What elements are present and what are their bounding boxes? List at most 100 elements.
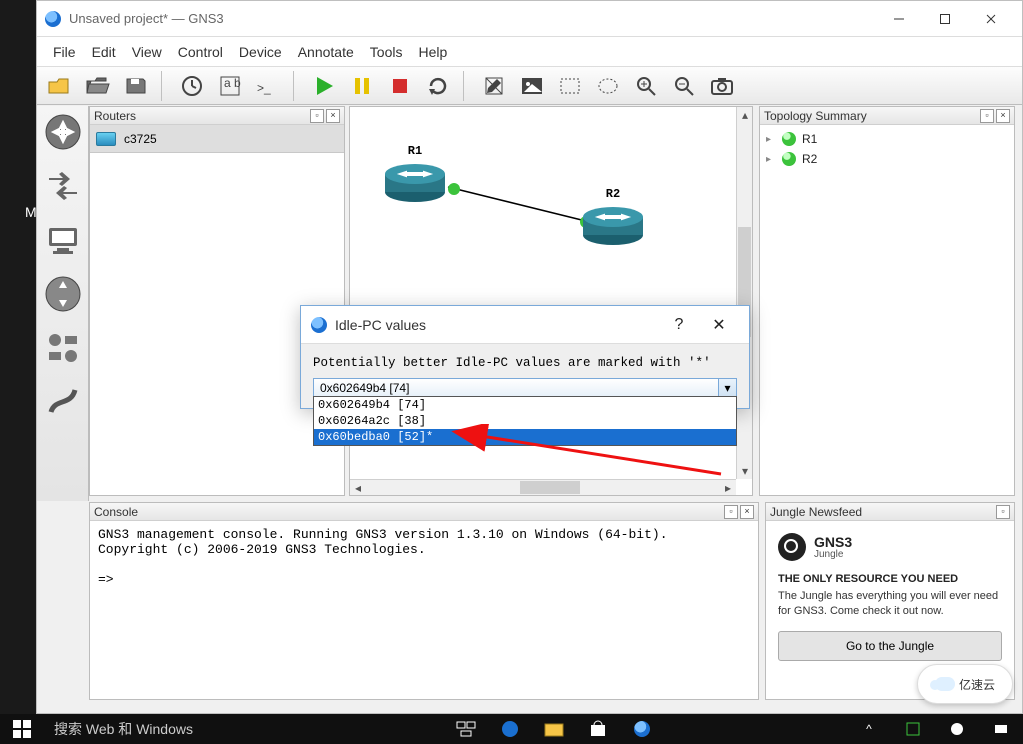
taskbar-overflow-icon[interactable]: ^ <box>847 714 891 744</box>
console-panel-header: Console ▫ × <box>90 503 758 521</box>
router-template-label: c3725 <box>124 132 157 146</box>
topology-node-row[interactable]: ▸ R1 <box>766 129 1008 149</box>
topology-node-name: R2 <box>802 152 817 166</box>
dropdown-option[interactable]: 0x602649b4 [74] <box>314 397 736 413</box>
canvas-node-r2[interactable]: R2 <box>580 205 646 250</box>
taskbar-tray-icon[interactable] <box>935 714 979 744</box>
scrollbar-thumb[interactable] <box>520 481 580 494</box>
menu-help[interactable]: Help <box>418 44 447 60</box>
expand-icon[interactable]: ▸ <box>766 154 776 165</box>
pause-all-icon[interactable] <box>345 71 379 101</box>
status-running-icon <box>782 152 796 166</box>
chevron-down-icon[interactable]: ▾ <box>718 379 736 397</box>
browse-end-devices-icon[interactable] <box>41 218 85 262</box>
topology-node-row[interactable]: ▸ R2 <box>766 149 1008 169</box>
dropdown-option[interactable]: 0x60264a2c [38] <box>314 413 736 429</box>
maximize-button[interactable] <box>922 5 968 33</box>
idle-pc-combobox[interactable]: 0x602649b4 [74] ▾ <box>313 378 737 398</box>
browse-switches-icon[interactable] <box>41 164 85 208</box>
browse-security-icon[interactable] <box>41 272 85 316</box>
app-icon <box>45 11 61 27</box>
dialog-message: Potentially better Idle-PC values are ma… <box>313 356 737 370</box>
screenshot-icon[interactable] <box>705 71 739 101</box>
dialog-titlebar: Idle-PC values ? ✕ <box>301 306 749 344</box>
panel-close-button[interactable]: × <box>740 505 754 519</box>
routers-panel: Routers ▫ × c3725 <box>89 106 345 496</box>
menu-control[interactable]: Control <box>178 44 223 60</box>
menu-tools[interactable]: Tools <box>370 44 403 60</box>
menu-annotate[interactable]: Annotate <box>298 44 354 60</box>
insert-image-icon[interactable] <box>515 71 549 101</box>
canvas-node-r1[interactable]: R1 <box>382 162 448 207</box>
panel-undock-button[interactable]: ▫ <box>310 109 324 123</box>
browse-all-icon[interactable] <box>41 326 85 370</box>
dropdown-option[interactable]: 0x60bedba0 [52]* <box>314 429 736 445</box>
jungle-brand-sub: Jungle <box>814 549 852 560</box>
dialog-help-button[interactable]: ? <box>659 316 699 334</box>
status-running-icon <box>782 132 796 146</box>
node-label: R2 <box>606 187 620 201</box>
snapshot-icon[interactable] <box>175 71 209 101</box>
router-template-item[interactable]: c3725 <box>90 125 344 153</box>
console-output[interactable]: GNS3 management console. Running GNS3 ve… <box>90 521 758 593</box>
reload-all-icon[interactable] <box>421 71 455 101</box>
zoom-in-icon[interactable] <box>629 71 663 101</box>
taskbar-search[interactable]: 搜索 Web 和 Windows <box>44 719 444 739</box>
topology-node-name: R1 <box>802 132 817 146</box>
menu-edit[interactable]: Edit <box>92 44 116 60</box>
annotate-note-icon[interactable] <box>477 71 511 101</box>
taskbar-edge-icon[interactable] <box>488 714 532 744</box>
taskbar-store-icon[interactable] <box>576 714 620 744</box>
taskbar-tray-icon[interactable] <box>979 714 1023 744</box>
close-button[interactable] <box>968 5 1014 33</box>
stop-all-icon[interactable] <box>383 71 417 101</box>
taskbar-tray-icon[interactable] <box>891 714 935 744</box>
jungle-logo: GNS3 Jungle <box>778 533 1002 561</box>
browse-routers-icon[interactable] <box>41 110 85 154</box>
panel-undock-button[interactable]: ▫ <box>996 505 1010 519</box>
scroll-right-icon[interactable]: ▸ <box>720 480 736 496</box>
panel-close-button[interactable]: × <box>996 109 1010 123</box>
zoom-out-icon[interactable] <box>667 71 701 101</box>
start-button[interactable] <box>0 714 44 744</box>
menu-view[interactable]: View <box>132 44 162 60</box>
start-all-icon[interactable] <box>307 71 341 101</box>
panel-undock-button[interactable]: ▫ <box>980 109 994 123</box>
toolbar-separator <box>293 71 299 101</box>
console-all-icon[interactable]: >_ <box>251 71 285 101</box>
show-interface-labels-icon[interactable]: a b <box>213 71 247 101</box>
jungle-brand: GNS3 <box>814 535 852 549</box>
jungle-headline: THE ONLY RESOURCE YOU NEED <box>778 573 1002 585</box>
toolbar: a b >_ <box>37 67 1022 105</box>
cloud-icon <box>935 677 955 691</box>
panel-close-button[interactable]: × <box>326 109 340 123</box>
toolbar-separator <box>161 71 167 101</box>
scroll-down-icon[interactable]: ▾ <box>737 463 753 479</box>
draw-ellipse-icon[interactable] <box>591 71 625 101</box>
expand-icon[interactable]: ▸ <box>766 134 776 145</box>
node-label: R1 <box>408 144 422 158</box>
go-to-jungle-button[interactable]: Go to the Jungle <box>778 631 1002 661</box>
open-project-icon[interactable] <box>81 71 115 101</box>
routers-panel-title: Routers <box>94 109 136 123</box>
dialog-close-button[interactable]: ✕ <box>699 315 739 335</box>
minimize-button[interactable] <box>876 5 922 33</box>
canvas-vertical-scrollbar[interactable]: ▴ ▾ <box>736 107 752 479</box>
taskbar-explorer-icon[interactable] <box>532 714 576 744</box>
menu-device[interactable]: Device <box>239 44 282 60</box>
panel-undock-button[interactable]: ▫ <box>724 505 738 519</box>
taskbar-gns3-icon[interactable] <box>620 714 664 744</box>
new-project-icon[interactable] <box>43 71 77 101</box>
dialog-title: Idle-PC values <box>335 317 426 333</box>
scroll-left-icon[interactable]: ◂ <box>350 480 366 496</box>
task-view-icon[interactable] <box>444 714 488 744</box>
save-project-icon[interactable] <box>119 71 153 101</box>
titlebar: Unsaved project* — GNS3 <box>37 1 1022 37</box>
canvas-horizontal-scrollbar[interactable]: ◂ ▸ <box>350 479 736 495</box>
menu-file[interactable]: File <box>53 44 76 60</box>
scroll-up-icon[interactable]: ▴ <box>737 107 753 123</box>
draw-rect-icon[interactable] <box>553 71 587 101</box>
dialog-icon <box>311 317 327 333</box>
toolbar-separator <box>463 71 469 101</box>
add-link-icon[interactable] <box>41 380 85 424</box>
